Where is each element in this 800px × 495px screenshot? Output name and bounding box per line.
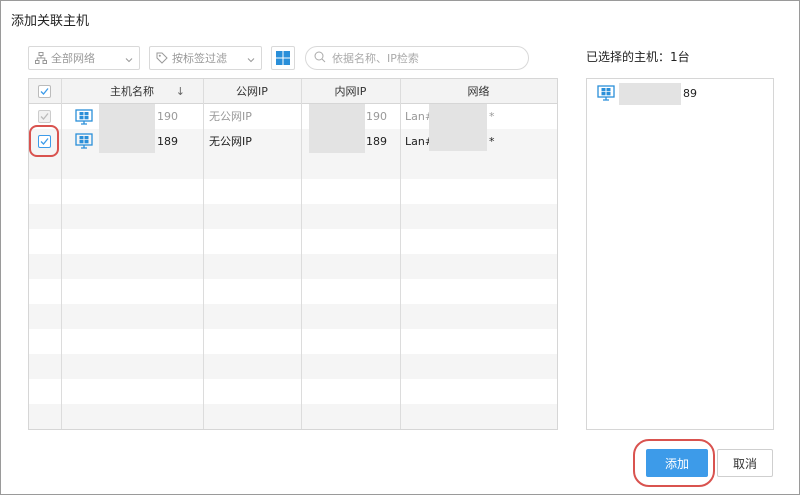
column-divider	[400, 79, 401, 429]
host-name: 189	[157, 135, 178, 148]
column-header-network: 网络	[467, 85, 490, 98]
network-filter-label: 全部网络	[51, 52, 95, 65]
column-header-private-ip: 内网IP	[334, 85, 367, 98]
search-input[interactable]	[332, 51, 522, 65]
network-suffix: *	[489, 110, 495, 123]
private-ip: 190	[366, 110, 387, 123]
tag-filter-label: 按标签过滤	[172, 52, 227, 65]
add-host-dialog: 添加关联主机 全部网络 按标签过滤 依据名称、IP检索 主机名称 ↓ 公网IP …	[0, 0, 800, 495]
dialog-title: 添加关联主机	[11, 14, 90, 29]
checkbox-highlight	[29, 125, 59, 157]
column-divider	[61, 79, 62, 429]
host-name: 190	[157, 110, 178, 123]
redacted-area	[99, 126, 155, 153]
private-ip: 189	[366, 135, 387, 148]
empty-row	[29, 204, 557, 229]
public-ip: 无公网IP	[209, 110, 252, 123]
windows-filter-button[interactable]	[271, 46, 295, 70]
windows-host-icon	[597, 85, 615, 101]
cancel-button[interactable]: 取消	[717, 449, 773, 477]
search-icon	[314, 51, 326, 66]
add-button[interactable]: 添加	[646, 449, 708, 477]
tag-filter-select[interactable]: 按标签过滤	[149, 46, 262, 70]
redacted-area	[619, 83, 681, 105]
empty-row	[29, 404, 557, 429]
chevron-down-icon	[247, 54, 255, 67]
select-all-checkbox[interactable]	[38, 85, 51, 98]
column-divider	[301, 79, 302, 429]
check-icon	[40, 113, 49, 120]
selected-host-item: 89	[587, 83, 773, 107]
public-ip: 无公网IP	[209, 135, 252, 148]
sort-arrow-icon[interactable]: ↓	[176, 79, 185, 104]
redacted-area	[99, 104, 155, 126]
redacted-area	[309, 104, 365, 126]
redacted-area	[309, 126, 365, 153]
search-box	[305, 46, 529, 70]
column-header-public-ip: 公网IP	[236, 85, 268, 98]
chevron-down-icon	[125, 54, 133, 67]
tag-icon	[156, 52, 168, 64]
selected-host-name: 89	[683, 87, 697, 100]
column-header-host-name[interactable]: 主机名称 ↓	[61, 79, 203, 104]
empty-row	[29, 354, 557, 379]
table-header: 主机名称 ↓ 公网IP 内网IP 网络	[29, 79, 557, 104]
empty-row	[29, 304, 557, 329]
host-table: 主机名称 ↓ 公网IP 内网IP 网络 190 无公网IP 190 Lan# *…	[28, 78, 558, 430]
table-row[interactable]: 189 无公网IP 189 Lan# *	[29, 126, 557, 154]
windows-host-icon	[75, 109, 93, 125]
redacted-area	[429, 127, 487, 151]
redacted-area	[429, 104, 487, 128]
windows-icon	[276, 51, 290, 65]
network-suffix: *	[489, 135, 495, 148]
column-divider	[203, 79, 204, 429]
empty-row	[29, 254, 557, 279]
network-icon	[35, 52, 47, 64]
row-checkbox	[38, 110, 51, 123]
selected-hosts-panel: 89	[586, 78, 774, 430]
network-filter-select[interactable]: 全部网络	[28, 46, 140, 70]
selected-hosts-title: 已选择的主机：1台	[586, 50, 690, 64]
empty-row	[29, 154, 557, 179]
windows-host-icon	[75, 133, 93, 149]
check-icon	[40, 88, 49, 95]
